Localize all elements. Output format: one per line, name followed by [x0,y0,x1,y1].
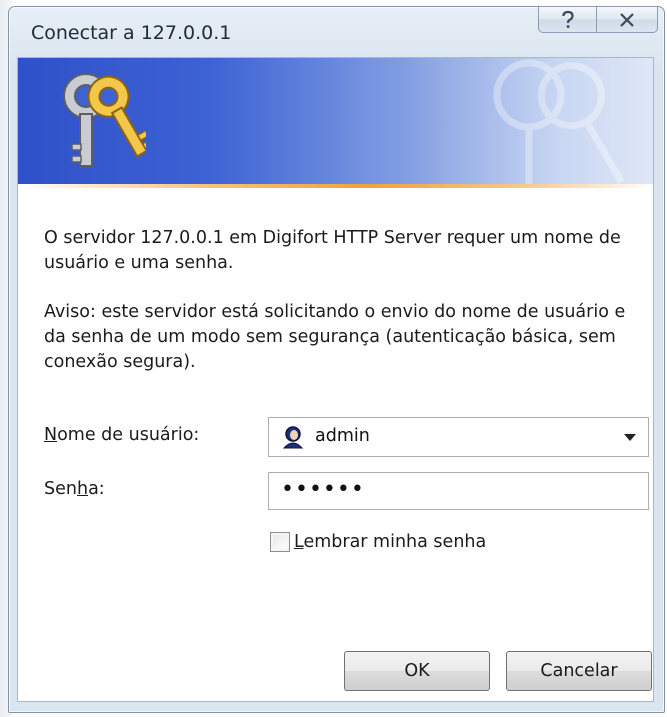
keys-watermark-icon [493,59,625,184]
password-label: Senha: [44,479,105,499]
password-field[interactable]: •••••• [268,472,649,510]
caption-buttons [538,6,658,33]
question-mark-icon [561,10,574,28]
credentials-dialog: Conectar a 127.0.0.1 O servidor 127.0.0.… [8,6,665,713]
header-banner [18,58,653,184]
chevron-down-icon[interactable] [624,434,636,442]
password-label-start: Sen [44,479,77,499]
user-icon [282,426,304,449]
username-access-key: N [44,425,58,445]
ok-button[interactable]: OK [344,651,490,691]
dialog-content: O servidor 127.0.0.1 em Digifort HTTP Se… [17,57,654,702]
remember-password-option[interactable]: Lembrar minha senha [270,532,486,552]
remember-checkbox[interactable] [270,532,290,552]
username-value: admin [315,426,370,446]
title-bar[interactable]: Conectar a 127.0.0.1 [9,6,664,57]
password-access-key: h [76,479,89,499]
window-title: Conectar a 127.0.0.1 [31,22,232,44]
keys-icon [63,73,146,167]
cancel-button[interactable]: Cancelar [506,651,652,691]
username-label: Nome de usuário: [44,425,199,445]
password-value: •••••• [281,477,365,502]
username-label-rest: ome de usuário: [57,425,200,445]
close-x-icon [620,12,634,27]
banner-accent-line [18,184,653,188]
remember-label[interactable]: Lembrar minha senha [294,532,486,552]
username-combobox[interactable]: admin [268,417,649,457]
security-warning: Aviso: este servidor está solicitando o … [44,302,626,372]
password-label-end: a: [88,479,105,499]
close-button[interactable] [596,6,658,33]
server-message: O servidor 127.0.0.1 em Digifort HTTP Se… [44,228,621,273]
help-button[interactable] [538,6,596,33]
